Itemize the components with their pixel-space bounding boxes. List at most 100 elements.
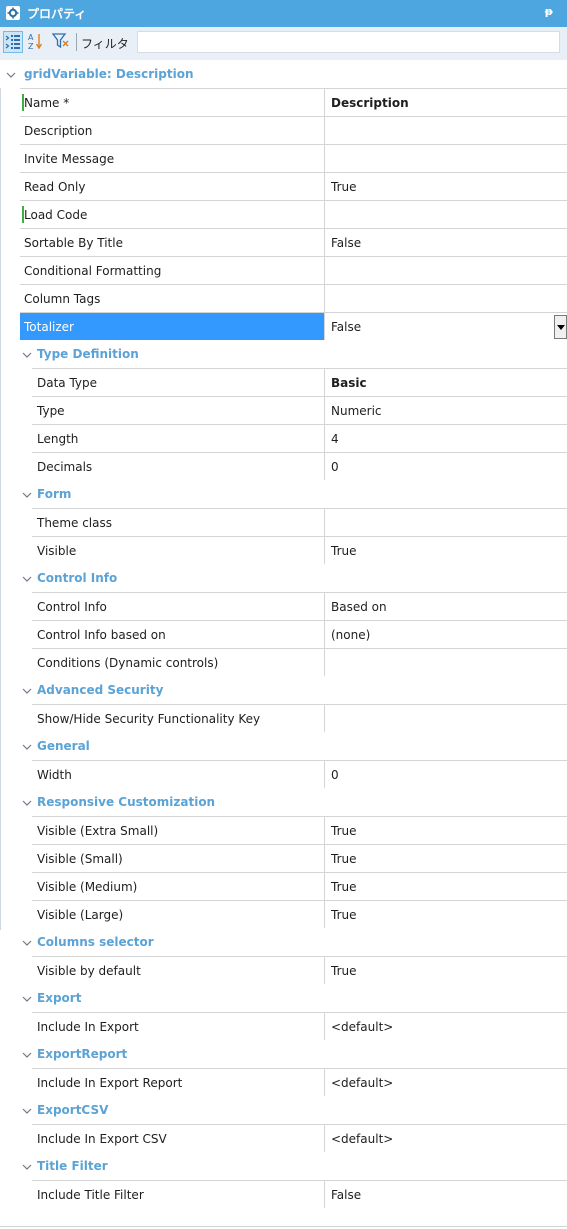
alphabetical-sort-button[interactable]: A Z xyxy=(27,31,47,53)
property-row[interactable]: Include In Export <default> xyxy=(32,1012,567,1040)
property-value: 0 xyxy=(331,768,339,782)
property-name: Column Tags xyxy=(24,292,101,306)
chevron-down-icon[interactable] xyxy=(6,70,16,80)
property-value-cell[interactable] xyxy=(324,649,567,676)
property-row[interactable]: Sortable By Title False xyxy=(20,228,567,256)
category-header[interactable]: ExportCSV xyxy=(0,1096,567,1124)
property-value-cell[interactable] xyxy=(324,509,567,536)
property-row[interactable]: Read Only True xyxy=(20,172,567,200)
chevron-down-icon[interactable] xyxy=(22,490,32,500)
filter-input[interactable] xyxy=(137,31,560,53)
property-row[interactable]: Conditional Formatting xyxy=(20,256,567,284)
chevron-down-icon[interactable] xyxy=(22,994,32,1004)
property-value-cell[interactable]: <default> xyxy=(324,1013,567,1040)
property-value: False xyxy=(331,1188,362,1202)
property-row[interactable]: Include In Export CSV <default> xyxy=(32,1124,567,1152)
property-row[interactable]: Control Info Based on xyxy=(32,592,567,620)
property-value-cell[interactable]: 4 xyxy=(324,425,567,452)
property-value-cell[interactable]: False xyxy=(324,1181,567,1208)
property-row[interactable]: Column Tags xyxy=(20,284,567,312)
property-value-cell[interactable]: True xyxy=(324,817,567,844)
category-header[interactable]: General xyxy=(0,732,567,760)
property-row[interactable]: Visible (Extra Small) True xyxy=(32,816,567,844)
property-row[interactable]: Visible (Medium) True xyxy=(32,872,567,900)
property-value-cell[interactable] xyxy=(324,201,567,228)
property-row[interactable]: Width 0 xyxy=(32,760,567,788)
property-value-cell[interactable]: <default> xyxy=(324,1125,567,1152)
property-value-cell[interactable]: True xyxy=(324,873,567,900)
chevron-down-icon[interactable] xyxy=(22,1162,32,1172)
property-row[interactable]: Invite Message xyxy=(20,144,567,172)
category-header[interactable]: Title Filter xyxy=(0,1152,567,1180)
property-row[interactable]: Visible by default True xyxy=(32,956,567,984)
property-value-cell[interactable] xyxy=(324,285,567,312)
property-value-cell[interactable]: Description xyxy=(324,89,567,116)
property-row[interactable]: Length 4 xyxy=(32,424,567,452)
property-row[interactable]: Data Type Basic xyxy=(32,368,567,396)
property-value-cell[interactable] xyxy=(324,117,567,144)
property-row[interactable]: Totalizer False xyxy=(20,312,567,340)
property-row[interactable]: Load Code xyxy=(20,200,567,228)
property-name: Decimals xyxy=(37,460,93,474)
category-header[interactable]: Type Definition xyxy=(0,340,567,368)
property-row[interactable]: Conditions (Dynamic controls) xyxy=(32,648,567,676)
property-row[interactable]: Visible True xyxy=(32,536,567,564)
property-value-cell[interactable]: Basic xyxy=(324,369,567,396)
property-value-cell[interactable]: True xyxy=(324,173,567,200)
property-row[interactable]: Name * Description xyxy=(20,88,567,116)
property-value-cell[interactable]: True xyxy=(324,537,567,564)
chevron-down-icon[interactable] xyxy=(22,350,32,360)
category-header[interactable]: Responsive Customization xyxy=(0,788,567,816)
property-value-cell[interactable]: True xyxy=(324,957,567,984)
category-title: ExportCSV xyxy=(37,1103,109,1117)
root-group-header[interactable]: gridVariable: Description xyxy=(0,60,567,88)
dropdown-arrow-icon xyxy=(557,325,565,330)
property-value-cell[interactable]: <default> xyxy=(324,1069,567,1096)
property-value-cell[interactable]: 0 xyxy=(324,453,567,480)
property-value-cell[interactable]: Based on xyxy=(324,593,567,620)
property-row[interactable]: Visible (Small) True xyxy=(32,844,567,872)
chevron-down-icon[interactable] xyxy=(22,938,32,948)
chevron-down-icon[interactable] xyxy=(22,798,32,808)
chevron-down-icon[interactable] xyxy=(22,1106,32,1116)
property-row[interactable]: Visible (Large) True xyxy=(32,900,567,928)
category-header[interactable]: Control Info xyxy=(0,564,567,592)
chevron-down-icon[interactable] xyxy=(22,1050,32,1060)
property-value-cell[interactable]: False xyxy=(324,313,567,340)
chevron-down-icon[interactable] xyxy=(22,686,32,696)
property-value-cell[interactable]: True xyxy=(324,845,567,872)
pin-icon[interactable]: ᵽ xyxy=(545,5,553,18)
property-row[interactable]: Show/Hide Security Functionality Key xyxy=(32,704,567,732)
category-header[interactable]: ExportReport xyxy=(0,1040,567,1068)
property-value-cell[interactable] xyxy=(324,145,567,172)
property-row[interactable]: Include In Export Report <default> xyxy=(32,1068,567,1096)
dropdown-button[interactable] xyxy=(554,315,567,339)
property-row[interactable]: Type Numeric xyxy=(32,396,567,424)
property-value-cell[interactable]: Numeric xyxy=(324,397,567,424)
property-value-cell[interactable] xyxy=(324,257,567,284)
categorized-view-button[interactable] xyxy=(3,31,23,53)
property-row[interactable]: Theme class xyxy=(32,508,567,536)
chevron-down-icon[interactable] xyxy=(22,574,32,584)
category-header[interactable]: Export xyxy=(0,984,567,1012)
property-row[interactable]: Include Title Filter False xyxy=(32,1180,567,1208)
property-value: True xyxy=(331,852,357,866)
property-value-cell[interactable]: True xyxy=(324,901,567,928)
category-header[interactable]: Columns selector xyxy=(0,928,567,956)
chevron-down-icon[interactable] xyxy=(22,742,32,752)
property-value-cell[interactable]: 0 xyxy=(324,761,567,788)
property-row[interactable]: Control Info based on (none) xyxy=(32,620,567,648)
panel-titlebar: プロパティ ᵽ xyxy=(0,0,567,27)
properties-toolbar: A Z フィルタ xyxy=(0,27,567,60)
category-header[interactable]: Form xyxy=(0,480,567,508)
property-value-cell[interactable]: False xyxy=(324,229,567,256)
property-name: Conditions (Dynamic controls) xyxy=(37,656,219,670)
property-value-cell[interactable]: (none) xyxy=(324,621,567,648)
category-header[interactable]: Advanced Security xyxy=(0,676,567,704)
property-name: Description xyxy=(24,124,93,138)
filter-toggle-button[interactable] xyxy=(51,31,71,53)
property-value-cell[interactable] xyxy=(324,705,567,732)
property-row[interactable]: Decimals 0 xyxy=(32,452,567,480)
category-title: Title Filter xyxy=(37,1159,108,1173)
property-row[interactable]: Description xyxy=(20,116,567,144)
